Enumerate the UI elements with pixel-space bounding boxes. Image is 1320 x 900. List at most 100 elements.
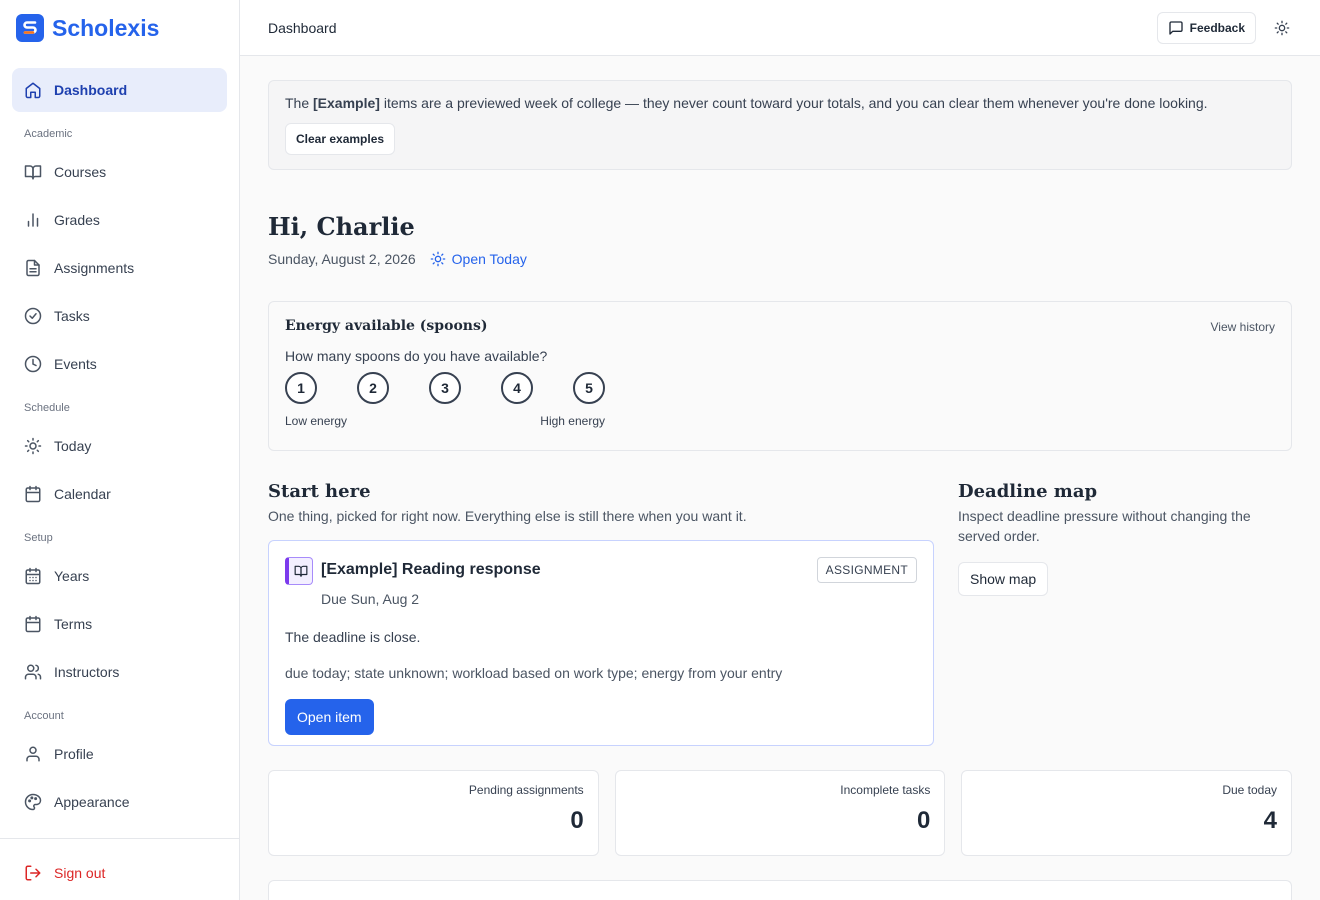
- sidebar-item-label: Tasks: [54, 308, 90, 324]
- deadline-map-title: Deadline map: [958, 481, 1098, 502]
- stat-label: Due today: [1222, 783, 1278, 797]
- sidebar-item-calendar[interactable]: Calendar: [12, 472, 227, 516]
- sidebar-item-today[interactable]: Today: [12, 424, 227, 468]
- sidebar-section-setup: Setup: [24, 532, 53, 544]
- sidebar-item-grades[interactable]: Grades: [12, 198, 227, 242]
- sidebar-item-label: Courses: [54, 164, 107, 180]
- view-history-link[interactable]: View history: [1211, 320, 1275, 334]
- sidebar-section-account: Account: [24, 710, 64, 722]
- feedback-button[interactable]: Feedback: [1156, 11, 1256, 44]
- book-open-icon: [24, 165, 42, 180]
- brand[interactable]: Scholexis: [0, 0, 239, 56]
- sidebar-item-label: Profile: [54, 746, 94, 762]
- clear-examples-button[interactable]: Clear examples: [285, 123, 396, 155]
- energy-title: Energy available (spoons): [285, 318, 488, 334]
- start-here-subtitle: One thing, picked for right now. Everyth…: [268, 508, 747, 524]
- show-map-button[interactable]: Show map: [958, 562, 1049, 596]
- sun-icon: [430, 251, 445, 267]
- deadline-map-section: Deadline map Inspect deadline pressure w…: [958, 481, 1292, 746]
- clock-icon: [24, 355, 42, 373]
- sidebar-item-courses[interactable]: Courses: [12, 150, 227, 194]
- item-detail: due today; state unknown; workload based…: [285, 665, 783, 681]
- sidebar-item-label: Years: [54, 568, 90, 584]
- message-square-icon: [1168, 20, 1183, 35]
- stat-label: Incomplete tasks: [840, 783, 931, 797]
- sidebar-item-dashboard[interactable]: Dashboard: [12, 68, 227, 112]
- notice-text: The [Example] items are a previewed week…: [285, 95, 1275, 111]
- sidebar-item-label: Calendar: [54, 486, 111, 502]
- open-item-button[interactable]: Open item: [285, 699, 374, 735]
- spoon-option-4[interactable]: 4: [501, 372, 533, 404]
- notice-highlight: [Example]: [313, 95, 380, 111]
- sign-out-button[interactable]: Sign out: [12, 851, 227, 895]
- sidebar-item-label: Today: [54, 438, 92, 454]
- sidebar-item-appearance[interactable]: Appearance: [12, 780, 227, 824]
- sidebar-item-label: Terms: [54, 616, 93, 632]
- sidebar-section-academic: Academic: [24, 128, 73, 140]
- item-reason: The deadline is close.: [285, 629, 421, 645]
- sidebar-section-schedule: Schedule: [24, 402, 70, 414]
- sidebar-item-label: Appearance: [54, 794, 130, 810]
- book-open-icon: [285, 557, 313, 585]
- log-out-icon: [25, 865, 41, 881]
- spoon-option-5[interactable]: 5: [573, 372, 605, 404]
- stat-card: Pending assignments 0: [268, 770, 599, 856]
- date-row: Sunday, August 2, 2026 Open Today: [268, 251, 1292, 267]
- sign-out-label: Sign out: [54, 865, 106, 881]
- sidebar-item-instructors[interactable]: Instructors: [12, 650, 227, 694]
- theme-toggle-button[interactable]: [1272, 18, 1292, 38]
- sidebar-item-events[interactable]: Events: [12, 342, 227, 386]
- sidebar-item-profile[interactable]: Profile: [12, 732, 227, 776]
- start-here-title: Start here: [268, 481, 371, 502]
- item-due-date: Due Sun, Aug 2: [321, 591, 420, 607]
- notice-suffix: items are a previewed week of college — …: [379, 95, 1208, 111]
- item-title: [Example] Reading response: [321, 561, 541, 578]
- high-energy-label: High energy: [540, 414, 605, 428]
- user-icon: [26, 746, 40, 762]
- sidebar-item-label: Events: [54, 356, 97, 372]
- sidebar-item-tasks[interactable]: Tasks: [12, 294, 227, 338]
- stats-row: Pending assignments 0 Incomplete tasks 0…: [268, 770, 1293, 856]
- spoon-scale-labels: Low energy High energy: [285, 414, 605, 428]
- sidebar-item-terms[interactable]: Terms: [12, 602, 227, 646]
- brand-logo-icon: [16, 14, 44, 42]
- bar-chart-icon: [27, 213, 39, 227]
- check-circle-icon: [24, 307, 42, 325]
- sidebar-footer: Sign out: [0, 838, 239, 900]
- sidebar: Scholexis Dashboard Academic Courses Gra…: [0, 0, 240, 900]
- calendar-icon: [25, 615, 41, 633]
- focus-row: Start here One thing, picked for right n…: [268, 481, 1292, 746]
- brand-name: Scholexis: [52, 14, 160, 41]
- deadline-map-subtitle: Inspect deadline pressure without changi…: [958, 508, 1251, 544]
- low-energy-label: Low energy: [285, 414, 348, 428]
- sidebar-item-years[interactable]: Years: [12, 554, 227, 598]
- sidebar-item-label: Grades: [54, 212, 100, 228]
- current-date: Sunday, August 2, 2026: [268, 251, 416, 267]
- open-today-link[interactable]: Open Today: [430, 251, 527, 267]
- sidebar-item-label: Instructors: [54, 664, 120, 680]
- breadcrumb: Dashboard: [268, 19, 337, 36]
- feedback-label: Feedback: [1189, 20, 1245, 35]
- spoon-option-1[interactable]: 1: [285, 372, 317, 404]
- sun-icon: [1274, 20, 1290, 35]
- topbar: Dashboard Feedback: [240, 0, 1320, 56]
- palette-icon: [24, 793, 42, 811]
- start-here-section: Start here One thing, picked for right n…: [268, 481, 934, 746]
- example-notice: The [Example] items are a previewed week…: [268, 80, 1292, 170]
- next-section-card: [268, 880, 1292, 900]
- stat-card: Due today 4: [961, 770, 1293, 856]
- spoon-option-3[interactable]: 3: [429, 372, 461, 404]
- stat-card: Incomplete tasks 0: [614, 770, 946, 856]
- stat-value: 0: [916, 807, 931, 834]
- energy-card: Energy available (spoons) View history H…: [268, 301, 1292, 451]
- stat-value: 4: [1263, 807, 1278, 834]
- calendar-icon: [25, 485, 41, 503]
- sidebar-item-label: Assignments: [54, 260, 135, 276]
- energy-question: How many spoons do you have available?: [285, 348, 548, 364]
- spoon-option-2[interactable]: 2: [357, 372, 389, 404]
- sidebar-item-assignments[interactable]: Assignments: [12, 246, 227, 290]
- main-content: The [Example] items are a previewed week…: [268, 80, 1293, 900]
- stat-value: 0: [570, 807, 584, 834]
- sidebar-nav: Dashboard Academic Courses Grades Assign…: [0, 56, 239, 824]
- spoon-options: 1 2 3 4 5: [285, 372, 1275, 404]
